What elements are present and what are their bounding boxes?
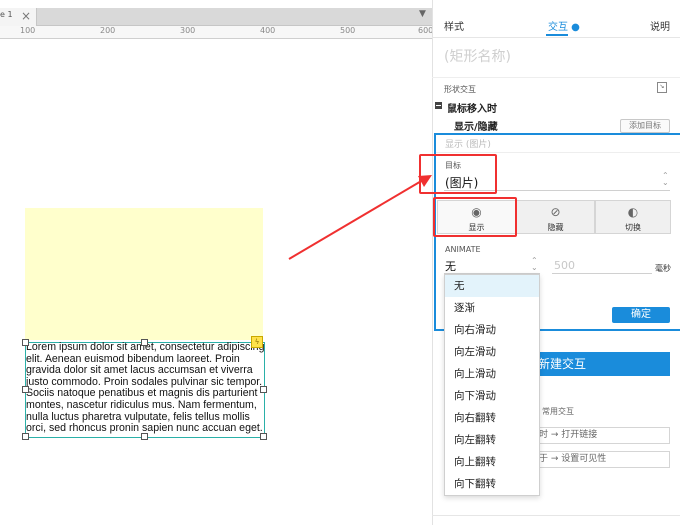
animate-label: ANIMATE — [445, 245, 481, 254]
tab-interaction[interactable]: 交互 ● — [548, 18, 580, 33]
eye-toggle-icon: ◐ — [627, 205, 639, 219]
divider — [436, 152, 680, 153]
dropdown-option[interactable]: 向下翻转 — [445, 473, 539, 495]
divider — [432, 77, 680, 78]
dropdown-option[interactable]: 向左滑动 — [445, 341, 539, 363]
event-label[interactable]: 鼠标移入时 — [447, 100, 497, 115]
toggle-label: 切换 — [625, 223, 641, 232]
add-target-button[interactable]: 添加目标 — [620, 119, 670, 133]
eye-slash-icon: ⊘ — [550, 205, 561, 219]
confirm-button[interactable]: 确定 — [612, 307, 670, 323]
active-tab-indicator — [546, 34, 568, 36]
animate-dropdown: 无 逐渐 向右滑动 向左滑动 向上滑动 向下滑动 向右翻转 向左翻转 向上翻转 … — [444, 274, 540, 496]
duration-underline — [552, 273, 652, 274]
dropdown-option[interactable]: 向左翻转 — [445, 429, 539, 451]
dropdown-option[interactable]: 向上滑动 — [445, 363, 539, 385]
shape-name-field[interactable]: (矩形名称) — [444, 46, 511, 66]
red-highlight-box — [419, 154, 497, 194]
tab-notes[interactable]: 说明 — [650, 18, 670, 33]
common-open-link[interactable]: 时 → 打开链接 — [536, 427, 670, 444]
tab-style[interactable]: 样式 — [444, 18, 464, 33]
toggle-button[interactable]: ◐ 切换 — [595, 200, 671, 234]
action-summary: 显示 (图片) — [445, 140, 491, 150]
select-arrows-icon[interactable]: ⌃ ⌄ — [531, 257, 538, 272]
select-arrows-icon[interactable]: ⌃ ⌄ — [662, 172, 669, 187]
collapse-minus-icon[interactable] — [435, 102, 442, 109]
expand-icon[interactable]: ↘ — [657, 82, 667, 93]
arrow-line — [288, 179, 424, 260]
animate-select[interactable]: 无 — [445, 258, 456, 274]
dropdown-option[interactable]: 逐渐 — [445, 297, 539, 319]
duration-input[interactable]: 500 — [554, 259, 575, 272]
hide-label: 隐藏 — [547, 223, 564, 232]
dropdown-option[interactable]: 向上翻转 — [445, 451, 539, 473]
common-interactions-label: 常用交互 — [542, 407, 574, 416]
dropdown-option[interactable]: 向右滑动 — [445, 319, 539, 341]
duration-unit: 毫秒 — [655, 264, 671, 273]
divider — [432, 515, 680, 516]
hide-button[interactable]: ⊘ 隐藏 — [516, 200, 595, 234]
new-interaction-button[interactable]: 新建交互 — [536, 352, 670, 376]
dropdown-option[interactable]: 向右翻转 — [445, 407, 539, 429]
action-label[interactable]: 显示/隐藏 — [454, 118, 498, 133]
dropdown-option[interactable]: 无 — [445, 275, 539, 297]
divider — [432, 37, 680, 38]
red-highlight-box — [433, 197, 517, 237]
common-set-visibility[interactable]: 于 → 设置可见性 — [536, 451, 670, 468]
dropdown-option[interactable]: 向下滑动 — [445, 385, 539, 407]
section-title: 形状交互 — [444, 85, 476, 94]
